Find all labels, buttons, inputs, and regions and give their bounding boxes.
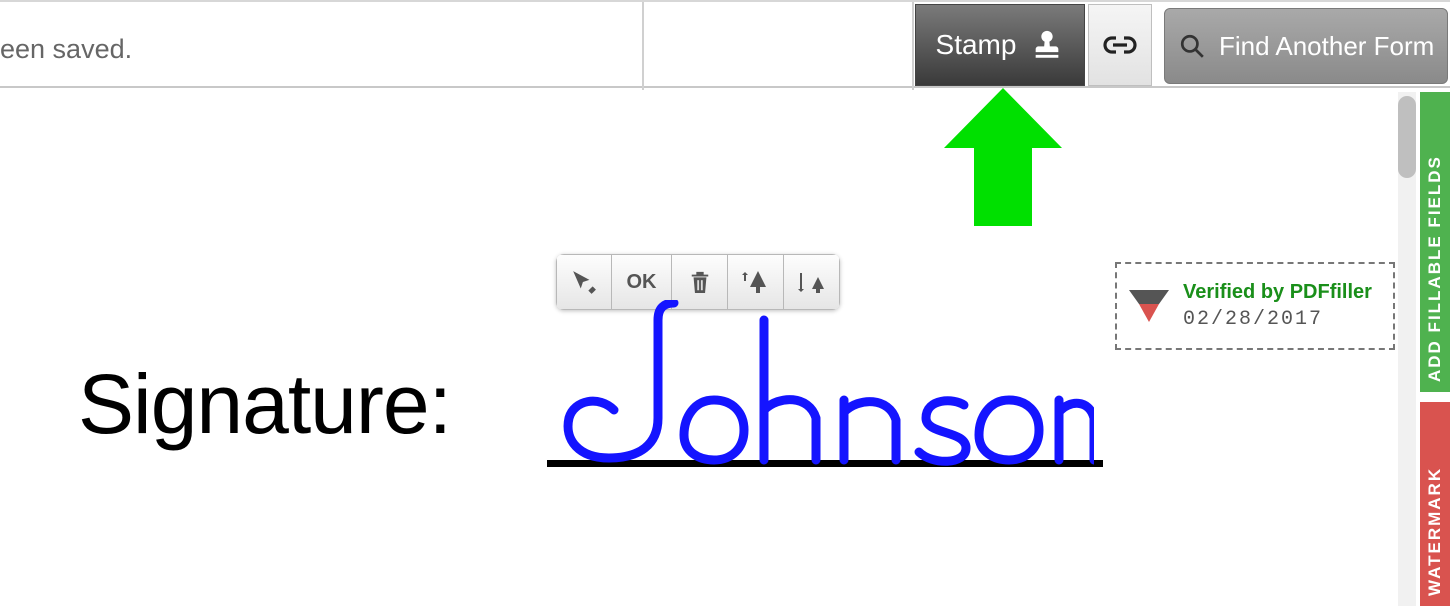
stamp-button[interactable]: Stamp <box>915 4 1085 86</box>
verified-stamp-title: Verified by PDFfiller <box>1183 281 1372 304</box>
trash-icon <box>689 269 711 295</box>
scrollbar-thumb[interactable] <box>1398 96 1416 178</box>
link-icon <box>1103 34 1137 56</box>
size-up-button[interactable] <box>728 254 784 310</box>
cursor-move-icon <box>571 269 597 295</box>
ok-button-label: OK <box>627 271 657 294</box>
find-form-search[interactable]: Find Another Form <box>1164 8 1448 84</box>
signature-line <box>547 460 1103 467</box>
delete-button[interactable] <box>672 254 728 310</box>
signature-drawing[interactable] <box>554 300 1094 470</box>
status-text: een saved. <box>0 34 132 65</box>
signature-field-label: Signature: <box>78 356 451 453</box>
highlight-arrow-icon <box>944 88 1062 226</box>
verified-stamp-text: Verified by PDFfiller 02/28/2017 <box>1183 281 1372 331</box>
search-icon <box>1179 33 1205 59</box>
stamp-icon <box>1030 28 1064 62</box>
tree-up-icon <box>741 269 771 295</box>
top-toolbar: een saved. Stamp Find Another Form <box>0 0 1450 88</box>
watermark-label: WATERMARK <box>1425 467 1445 596</box>
link-button[interactable] <box>1088 4 1152 86</box>
toolbar-divider <box>912 2 914 90</box>
search-placeholder: Find Another Form <box>1219 31 1434 62</box>
tree-down-icon <box>797 269 827 295</box>
stamp-button-label: Stamp <box>936 29 1017 61</box>
verified-stamp-date: 02/28/2017 <box>1183 308 1372 331</box>
pdffiller-logo-icon <box>1127 286 1171 326</box>
watermark-tab[interactable]: WATERMARK <box>1420 402 1450 606</box>
add-fillable-fields-label: ADD FILLABLE FIELDS <box>1425 155 1445 382</box>
ok-button[interactable]: OK <box>612 254 672 310</box>
move-tool-button[interactable] <box>556 254 612 310</box>
verified-stamp[interactable]: Verified by PDFfiller 02/28/2017 <box>1115 262 1395 350</box>
size-down-button[interactable] <box>784 254 840 310</box>
add-fillable-fields-tab[interactable]: ADD FILLABLE FIELDS <box>1420 92 1450 392</box>
toolbar-divider <box>642 2 644 90</box>
signature-edit-toolbar: OK <box>556 254 840 310</box>
